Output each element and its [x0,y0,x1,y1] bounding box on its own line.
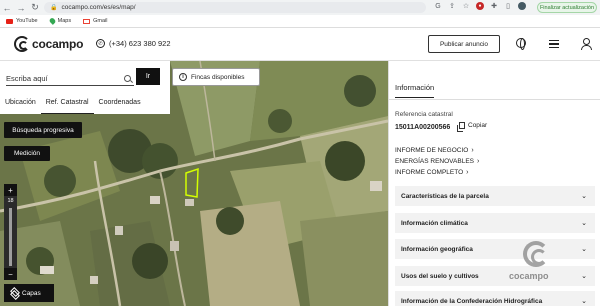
medicion-button[interactable]: Medición [4,146,50,161]
section-title: Información climática [401,219,468,227]
youtube-icon [6,18,13,24]
tab-ubicacion[interactable]: Ubicación [0,98,41,114]
browser-toolbar: ← → ↻ 🔒 cocampo.com/es/es/map/ G ⇪ ☆ ● ✚… [0,0,600,15]
cocampo-logo-icon [14,36,30,52]
layers-icon [10,289,18,297]
browser-extension-icons: G ⇪ ☆ ● ✚ ▯ [434,2,526,10]
tab-ref-catastral[interactable]: Ref. Catastral [40,98,94,114]
link-label: INFORME COMPLETO [395,169,464,176]
tab-coordenadas[interactable]: Coordenadas [94,98,146,114]
zoom-level: 18 [7,198,14,204]
zoom-slider[interactable] [9,208,12,266]
cocampo-watermark-icon [523,241,549,267]
chevron-right-icon: › [466,169,469,176]
section-title: Información de la Confederación Hidrográ… [401,297,543,305]
address-url: cocampo.com/es/es/map/ [61,4,136,11]
busqueda-progresiva-button[interactable]: Búsqueda progresiva [4,122,82,138]
chevron-right-icon: › [477,158,480,165]
update-browser-button[interactable]: Finalizar actualización [537,2,597,13]
logo-text: cocampo [32,37,84,51]
section-confederacion[interactable]: Información de la Confederación Hidrográ… [395,291,595,306]
go-button[interactable]: Ir [136,68,160,85]
link-label: INFORME DE NEGOCIO [395,147,469,154]
site-header: cocampo ✆ (+34) 623 380 922 Publicar anu… [0,28,600,61]
profile-avatar[interactable] [518,2,526,10]
info-panel: Información Referencia catastral 15011A0… [388,61,600,306]
maps-icon [48,17,57,25]
bookmark-label: Maps [57,18,72,24]
section-title: Información geográfica [401,245,473,253]
ref-catastral-value: 15011A00200566 [395,124,451,131]
section-title: Usos del suelo y cultivos [401,272,479,280]
section-geografica[interactable]: Información geográfica ⌄ [395,239,595,259]
publish-ad-button[interactable]: Publicar anuncio [428,35,500,53]
address-bar[interactable]: 🔒 cocampo.com/es/es/map/ [44,2,426,13]
gmail-icon [83,18,91,24]
bookmarks-bar: YouTube Maps Gmail [0,15,600,28]
copy-icon [457,122,465,132]
section-caracteristicas[interactable]: Características de la parcela ⌄ [395,186,595,206]
copy-label: Copiar [468,122,488,129]
globe-icon[interactable] [516,38,526,50]
chevron-down-icon: ⌄ [581,298,587,305]
bookmark-label: YouTube [16,18,38,24]
chevron-down-icon: ⌄ [581,193,587,200]
info-icon: i [179,73,187,81]
google-icon[interactable]: G [434,3,442,10]
bookmark-gmail[interactable]: Gmail [83,18,107,24]
bookmark-label: Gmail [93,18,108,24]
chevron-down-icon: ⌄ [581,246,587,253]
copy-button[interactable]: Copiar [457,122,488,132]
whatsapp-icon: ✆ [96,39,105,48]
fincas-disponibles-button[interactable]: i Fincas disponibles [172,68,260,86]
chevron-down-icon: ⌄ [581,220,587,227]
chevron-right-icon: › [471,147,474,154]
zoom-out-button[interactable]: − [4,268,17,280]
share-icon[interactable]: ⇪ [448,2,456,10]
zoom-control: + 18 − [4,184,17,280]
section-usos-suelo[interactable]: Usos del suelo y cultivos ⌄ [395,266,595,286]
fincas-label: Fincas disponibles [191,73,245,81]
section-title: Características de la parcela [401,192,489,200]
puzzle-icon[interactable]: ✚ [490,2,498,10]
extension-badge-icon[interactable]: ● [476,2,484,10]
link-informe-completo[interactable]: INFORME COMPLETO › [395,169,468,176]
search-tabs: Ubicación Ref. Catastral Coordenadas [0,98,170,114]
bookmark-youtube[interactable]: YouTube [6,18,38,24]
chevron-down-icon: ⌄ [581,273,587,280]
sidebar-icon[interactable]: ▯ [504,2,512,10]
star-icon[interactable]: ☆ [462,2,470,10]
forward-icon[interactable]: → [14,3,28,13]
link-informe-negocio[interactable]: INFORME DE NEGOCIO › [395,147,474,154]
lock-icon: 🔒 [50,5,58,11]
phone-number: (+34) 623 380 922 [109,39,171,48]
cocampo-logo[interactable]: cocampo [14,36,83,52]
cocampo-watermark: cocampo [509,241,559,297]
tab-divider [389,99,600,100]
ref-catastral-label: Referencia catastral [395,111,453,118]
user-icon[interactable] [580,38,592,50]
bookmark-maps[interactable]: Maps [48,17,72,25]
section-climatica[interactable]: Información climática ⌄ [395,213,595,233]
search-icon[interactable] [124,75,131,82]
link-energias-renovables[interactable]: ENERGÍAS RENOVABLES › [395,158,479,165]
back-icon[interactable]: ← [0,3,14,13]
tab-informacion[interactable]: Información [395,83,435,98]
phone-contact[interactable]: ✆ (+34) 623 380 922 [96,39,171,48]
capas-label: Capas [22,289,41,297]
zoom-in-button[interactable]: + [4,184,17,196]
hamburger-menu-icon[interactable] [548,38,560,50]
reload-icon[interactable]: ↻ [28,2,42,13]
link-label: ENERGÍAS RENOVABLES [395,158,474,165]
search-input[interactable]: Escriba aquí [6,72,134,86]
capas-button[interactable]: Capas [4,284,54,302]
watermark-text: cocampo [509,271,549,281]
